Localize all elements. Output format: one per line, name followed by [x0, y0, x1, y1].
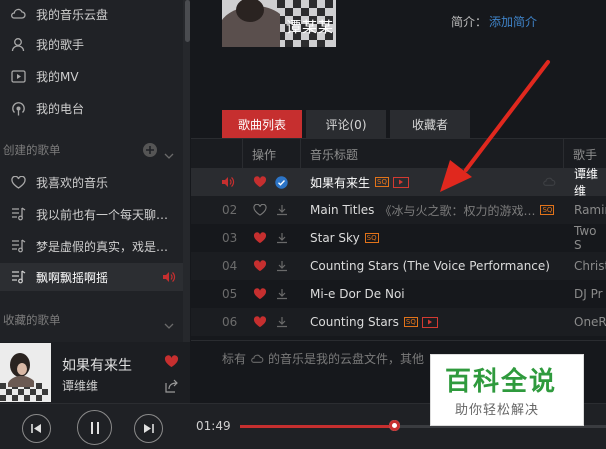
previous-button[interactable] — [22, 414, 51, 443]
watermark-subtitle: 助你轻松解决 — [455, 403, 540, 418]
pause-button[interactable] — [77, 410, 112, 445]
next-button[interactable] — [134, 414, 163, 443]
pause-icon — [90, 421, 99, 434]
progress-fill — [240, 425, 394, 428]
previous-icon — [31, 424, 41, 433]
next-icon — [144, 424, 154, 433]
watermark-title: 百科全说 — [445, 367, 558, 397]
current-time: 01:49 — [196, 419, 231, 433]
progress-knob[interactable] — [389, 420, 400, 431]
watermark-logo: 百科全说 助你轻松解决 — [430, 354, 584, 426]
